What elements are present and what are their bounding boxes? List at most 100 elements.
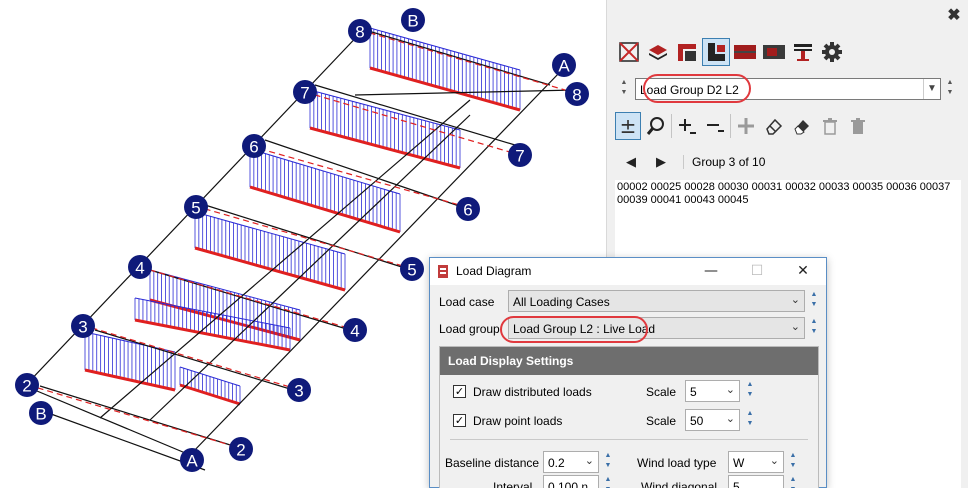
load-display-settings: Load Display Settings ✓ Draw distributed… [439, 346, 819, 488]
panel-toolbar [615, 38, 846, 66]
load-panel-3b [179, 366, 241, 406]
chevron-down-icon: ⌄ [790, 320, 800, 333]
draw-point-checkbox[interactable]: ✓ [453, 414, 466, 427]
trash-filled-icon[interactable] [845, 112, 871, 140]
frame-icon[interactable] [673, 38, 701, 66]
group-selector-row: ▲ ▼ Load Group D2 L2 ▼ ▲ ▼ [619, 74, 959, 103]
grid-node: B [29, 401, 53, 425]
wind-load-type-spin[interactable]: ▲ ▼ [788, 451, 798, 473]
load-group-spin[interactable]: ▲ ▼ [809, 317, 819, 339]
load-case-spin[interactable]: ▲ ▼ [809, 290, 819, 312]
toolbar-separator [730, 114, 731, 138]
red-block-icon[interactable] [731, 38, 759, 66]
scale-distributed-spin[interactable]: ▲ ▼ [745, 380, 755, 402]
interval-select[interactable]: 0.100 n [543, 475, 599, 488]
add-icon[interactable] [674, 112, 700, 140]
settings-header: Load Display Settings [440, 347, 818, 375]
toolbar-separator [671, 114, 672, 138]
grid-node-label: 6 [249, 138, 258, 157]
layers-icon[interactable] [644, 38, 672, 66]
grid-node: 3 [71, 314, 95, 338]
ibeam-icon[interactable] [789, 38, 817, 66]
grid-node: 6 [242, 134, 266, 158]
next-group-button[interactable]: ▶ [651, 152, 671, 172]
grid-node: A [180, 448, 204, 472]
grid-node-label: 8 [355, 23, 364, 42]
chevron-down-icon[interactable]: ▼ [923, 79, 940, 99]
prev-group-button[interactable]: ◀ [621, 152, 641, 172]
load-outline [249, 148, 401, 195]
grid-node: 8 [348, 19, 372, 43]
scale-point-select[interactable]: 50 ⌄ [685, 409, 740, 431]
load-outline [194, 211, 346, 255]
grid-node: 6 [456, 197, 480, 221]
baseline-distance-select[interactable]: 0.2 ⌄ [543, 451, 599, 473]
minimize-button[interactable]: — [688, 258, 734, 285]
chevron-down-icon: ⌄ [584, 454, 594, 467]
close-button[interactable]: ✕ [780, 258, 826, 285]
loaded-member [369, 66, 521, 112]
grid-node-label: 3 [294, 382, 303, 401]
group-spin-left[interactable]: ▲ ▼ [619, 78, 629, 100]
remove-icon[interactable] [702, 112, 728, 140]
grid-node-label: 7 [300, 84, 309, 103]
app-icon [438, 265, 448, 278]
reference-line [139, 266, 356, 331]
baseline-distance-value: 0.2 [548, 456, 565, 470]
grid-node-label: B [407, 12, 418, 31]
wind-diagonal-label: Wind diagonal [641, 480, 718, 488]
eraser-filled-icon[interactable] [789, 112, 815, 140]
load-case-value: All Loading Cases [513, 295, 610, 309]
scale-distributed-value: 5 [690, 385, 697, 399]
draw-distributed-checkbox[interactable]: ✓ [453, 385, 466, 398]
highlight-oval [643, 74, 751, 103]
grid-node: 7 [293, 80, 317, 104]
grid-node: 4 [343, 318, 367, 342]
grid-node-label: 7 [515, 147, 524, 166]
dialog-titlebar[interactable]: Load Diagram — ☐ ✕ [430, 258, 826, 285]
draw-distributed-label: Draw distributed loads [473, 385, 592, 399]
wind-load-type-select[interactable]: W ⌄ [728, 451, 784, 473]
wind-diagonal-spin[interactable]: ▲▼ [788, 475, 798, 488]
panel-close-icon[interactable]: ✖ [946, 8, 962, 24]
load-panel-7 [309, 89, 461, 170]
loaded-member [309, 126, 461, 170]
chevron-down-icon: ⌄ [769, 454, 779, 467]
scale-label: Scale [646, 385, 677, 399]
load-outline [369, 27, 521, 71]
grid-node: 3 [287, 378, 311, 402]
wind-load-type-label: Wind load type [637, 456, 717, 470]
scale-distributed-select[interactable]: 5 ⌄ [685, 380, 740, 402]
load-panel-4b [134, 297, 291, 352]
interval-label: Interval [493, 480, 533, 488]
corner-icon[interactable] [702, 38, 730, 66]
grid-node-label: 3 [78, 318, 87, 337]
plus-icon[interactable] [733, 112, 759, 140]
grid-node: 2 [229, 437, 253, 461]
eraser-icon[interactable] [761, 112, 787, 140]
loaded-member [149, 298, 301, 342]
load-panel-6 [249, 148, 401, 234]
grid-node-label: 4 [350, 322, 359, 341]
loaded-member [84, 368, 176, 392]
trash-icon[interactable] [817, 112, 843, 140]
select-box-icon[interactable] [615, 38, 643, 66]
group-count-label: Group 3 of 10 [683, 155, 765, 169]
chevron-down-icon: ⌄ [790, 293, 800, 306]
load-case-select[interactable]: All Loading Cases ⌄ [508, 290, 805, 312]
draw-point-label: Draw point loads [473, 414, 563, 428]
wind-diagonal-select[interactable]: 5 [728, 475, 784, 488]
interval-spin[interactable]: ▲▼ [603, 475, 613, 488]
maximize-button[interactable]: ☐ [734, 258, 780, 285]
search-icon[interactable] [643, 112, 669, 140]
loaded-member [134, 318, 291, 352]
scale-point-spin[interactable]: ▲ ▼ [745, 409, 755, 431]
baseline-distance-spin[interactable]: ▲ ▼ [603, 451, 613, 473]
load-case-label: Load case [439, 295, 495, 309]
group-spin-right[interactable]: ▲ ▼ [945, 78, 955, 100]
chevron-down-icon: ⌄ [725, 412, 735, 425]
structure-line [94, 329, 301, 393]
plus-minus-icon[interactable]: ± [615, 112, 641, 140]
gear-icon[interactable] [818, 38, 846, 66]
dark-block-icon[interactable] [760, 38, 788, 66]
